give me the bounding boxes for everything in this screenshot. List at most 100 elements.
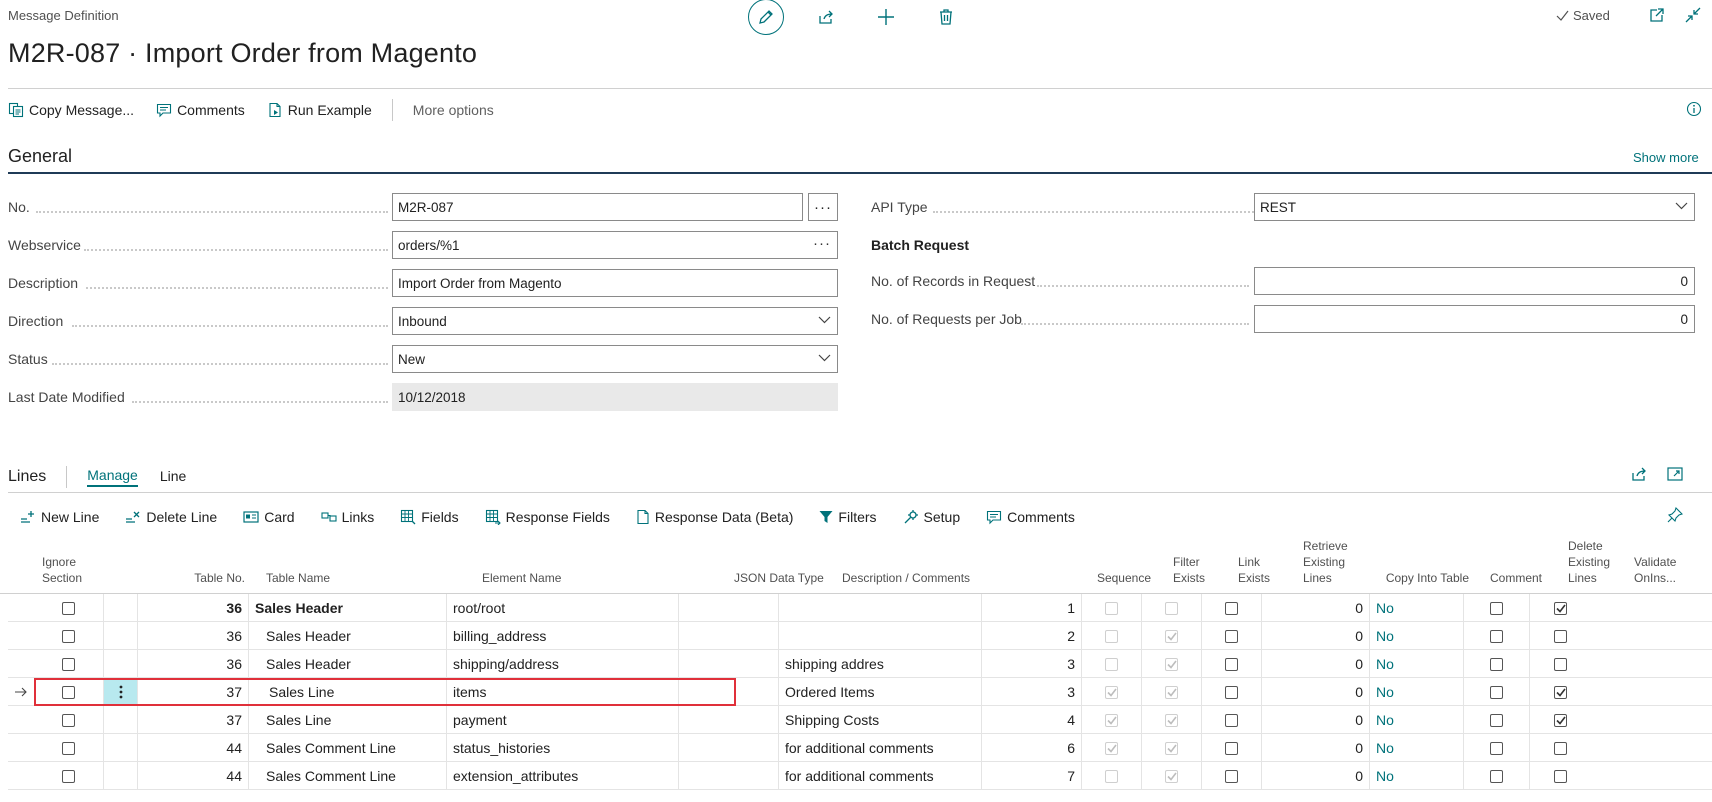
json-data-type-cell[interactable]	[679, 762, 779, 790]
description-input[interactable]: Import Order from Magento	[392, 269, 838, 297]
requests-per-job-input[interactable]: 0	[1254, 305, 1695, 333]
validate-cell[interactable]	[1530, 622, 1712, 650]
description-cell[interactable]: shipping addres	[779, 650, 982, 678]
comments-button[interactable]: Comments	[156, 102, 245, 118]
delete-existing-cell[interactable]	[1464, 594, 1530, 622]
delete-line-button[interactable]: Delete Line	[125, 509, 217, 525]
copy-into-table-cell[interactable]: 0	[1262, 650, 1370, 678]
checkbox[interactable]	[1490, 713, 1503, 727]
validate-cell[interactable]	[1530, 594, 1712, 622]
col-description[interactable]: Description / Comments	[842, 570, 970, 586]
col-comment[interactable]: Comment	[1490, 570, 1542, 586]
table-no-cell[interactable]: 36	[138, 622, 249, 650]
new-line-button[interactable]: New Line	[20, 509, 99, 525]
comment-cell[interactable]: No	[1370, 706, 1464, 734]
checkbox[interactable]	[1225, 741, 1238, 755]
checkbox[interactable]	[1554, 769, 1567, 783]
delete-button[interactable]	[926, 2, 966, 32]
expand-icon[interactable]	[1666, 465, 1684, 483]
ignore-section-cell[interactable]	[34, 622, 104, 650]
checkbox-checked[interactable]	[1554, 685, 1567, 699]
description-cell[interactable]	[779, 594, 982, 622]
col-copy-into-table[interactable]: Copy Into Table	[1363, 570, 1469, 586]
retrieve-existing-cell[interactable]	[1202, 622, 1262, 650]
element-name-cell[interactable]: status_histories	[447, 734, 679, 762]
element-name-cell[interactable]: shipping/address	[447, 650, 679, 678]
retrieve-existing-cell[interactable]	[1202, 650, 1262, 678]
table-row[interactable]: 36 Sales Header billing_address 2 0 No	[8, 622, 1712, 650]
ignore-section-cell[interactable]	[34, 594, 104, 622]
links-button[interactable]: Links	[321, 509, 374, 525]
delete-existing-cell[interactable]	[1464, 650, 1530, 678]
table-no-cell[interactable]: 44	[138, 762, 249, 790]
row-menu-cell[interactable]	[104, 762, 138, 790]
json-data-type-cell[interactable]	[679, 622, 779, 650]
checkbox[interactable]	[1490, 685, 1503, 699]
checkbox[interactable]	[62, 657, 75, 671]
lines-comments-button[interactable]: Comments	[986, 509, 1075, 525]
checkbox[interactable]	[1225, 601, 1238, 615]
pin-icon[interactable]	[1667, 507, 1683, 523]
retrieve-existing-cell[interactable]	[1202, 678, 1262, 706]
checkbox[interactable]	[1225, 629, 1238, 643]
sequence-cell[interactable]: 7	[982, 762, 1082, 790]
validate-cell[interactable]	[1530, 706, 1712, 734]
col-json-data-type[interactable]: JSON Data Type	[734, 570, 824, 586]
checkbox[interactable]	[1554, 629, 1567, 643]
validate-cell[interactable]	[1530, 678, 1712, 706]
checkbox[interactable]	[1490, 629, 1503, 643]
run-example-button[interactable]: Run Example	[267, 102, 372, 118]
delete-existing-cell[interactable]	[1464, 706, 1530, 734]
table-row[interactable]: 44 Sales Comment Line status_histories for …	[8, 734, 1712, 762]
checkbox[interactable]	[1225, 769, 1238, 783]
retrieve-existing-cell[interactable]	[1202, 762, 1262, 790]
webservice-lookup-icon[interactable]: ···	[813, 235, 831, 252]
checkbox-checked[interactable]	[1554, 601, 1567, 615]
comment-cell[interactable]: No	[1370, 622, 1464, 650]
delete-existing-cell[interactable]	[1464, 762, 1530, 790]
ignore-section-cell[interactable]	[34, 762, 104, 790]
json-data-type-cell[interactable]	[679, 706, 779, 734]
sequence-cell[interactable]: 2	[982, 622, 1082, 650]
checkbox[interactable]	[1225, 713, 1238, 727]
checkbox[interactable]	[1554, 657, 1567, 671]
col-sequence[interactable]: Sequence	[1040, 570, 1151, 586]
no-input[interactable]: M2R-087	[392, 193, 803, 221]
setup-button[interactable]: Setup	[903, 509, 960, 525]
col-element-name[interactable]: Element Name	[482, 570, 561, 586]
no-lookup-button[interactable]: ···	[808, 193, 838, 221]
table-row[interactable]: 37 Sales Line items Ordered Items 3 0 No	[8, 678, 1712, 706]
copy-message-button[interactable]: Copy Message...	[8, 102, 134, 118]
checkbox[interactable]	[1490, 601, 1503, 615]
element-name-cell[interactable]: billing_address	[447, 622, 679, 650]
table-name-cell[interactable]: Sales Comment Line	[249, 734, 447, 762]
direction-select[interactable]: Inbound	[392, 307, 838, 335]
col-link-exists[interactable]: Link Exists	[1238, 554, 1270, 586]
edit-button[interactable]	[748, 0, 784, 35]
copy-into-table-cell[interactable]: 0	[1262, 762, 1370, 790]
row-menu-cell[interactable]	[104, 622, 138, 650]
tab-manage[interactable]: Manage	[87, 467, 138, 487]
sequence-cell[interactable]: 3	[982, 650, 1082, 678]
table-row[interactable]: 37 Sales Line payment Shipping Costs 4 0 No	[8, 706, 1712, 734]
checkbox[interactable]	[1490, 657, 1503, 671]
webservice-input[interactable]: orders/%1 ···	[392, 231, 838, 259]
col-delete-existing[interactable]: Delete Existing Lines	[1568, 538, 1610, 586]
new-button[interactable]	[866, 2, 906, 32]
copy-into-table-cell[interactable]: 0	[1262, 622, 1370, 650]
col-table-no[interactable]: Table No.	[150, 570, 245, 586]
checkbox[interactable]	[62, 769, 75, 783]
json-data-type-cell[interactable]	[679, 734, 779, 762]
validate-cell[interactable]	[1530, 650, 1712, 678]
comment-cell[interactable]: No	[1370, 734, 1464, 762]
table-row[interactable]: 36 Sales Header root/root 1 0 No	[8, 594, 1712, 622]
sequence-cell[interactable]: 1	[982, 594, 1082, 622]
element-name-cell[interactable]: root/root	[447, 594, 679, 622]
info-icon[interactable]	[1686, 101, 1702, 117]
table-row[interactable]: 44 Sales Comment Line extension_attributes…	[8, 762, 1712, 790]
element-name-cell[interactable]: payment	[447, 706, 679, 734]
description-cell[interactable]: Ordered Items	[779, 678, 982, 706]
ignore-section-cell[interactable]	[34, 734, 104, 762]
collapse-icon[interactable]	[1684, 6, 1702, 24]
row-menu-cell[interactable]	[104, 594, 138, 622]
